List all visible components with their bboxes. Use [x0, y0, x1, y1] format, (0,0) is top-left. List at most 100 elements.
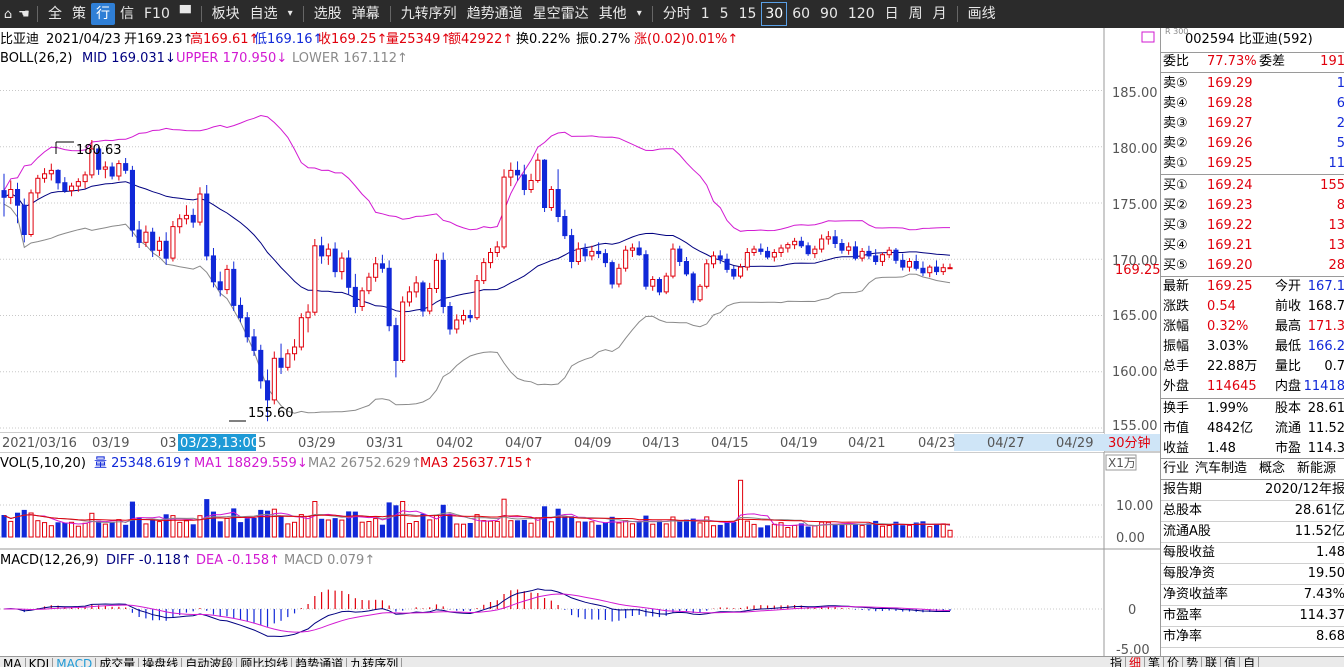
ask-price: 169.29 [1207, 74, 1253, 94]
volume-bar [320, 519, 324, 537]
industry-value[interactable]: 汽车制造 [1195, 459, 1247, 479]
price-grid [0, 91, 1104, 429]
period-15m[interactable]: 15 [734, 3, 762, 25]
stat-row: 换手1.99%股本28.61 [1161, 399, 1344, 419]
ask-row: 卖④169.286 [1161, 94, 1344, 114]
stat-label: 涨幅 [1163, 317, 1189, 337]
volume-bar [103, 524, 107, 537]
bid-price: 169.21 [1207, 236, 1253, 256]
period-intraday[interactable]: 分时 [658, 3, 696, 25]
period-week[interactable]: 周 [904, 3, 928, 25]
toolbar-item-radar[interactable]: 星空雷达 [528, 3, 594, 25]
toolbar-divider [37, 6, 38, 22]
candles [2, 140, 952, 421]
candle-body [921, 268, 925, 273]
stat-value: 1.48 [1207, 439, 1236, 459]
volume-bar [211, 512, 215, 537]
boll-upper-line [4, 116, 950, 232]
stat-row: 涨幅0.32%最高171.3 [1161, 317, 1344, 337]
fin-label: 每股净资 [1163, 564, 1215, 584]
toolbar-item-other[interactable]: 其他 [594, 3, 632, 25]
candle-body [367, 277, 371, 291]
current-price-label: 169.25 [1115, 263, 1160, 278]
candle-body [22, 205, 26, 234]
period-90m[interactable]: 90 [815, 3, 843, 25]
volume-bar [29, 513, 33, 537]
period-1m[interactable]: 1 [696, 3, 715, 25]
candle-body [279, 358, 283, 367]
vol-unit[interactable]: X1万 [1108, 456, 1136, 470]
candle-body [786, 245, 790, 248]
bid-row: 买③169.2213 [1161, 216, 1344, 236]
period-30m[interactable]: 30 [761, 2, 787, 26]
top-toolbar: ⌂ ☚ 全 策 行 信 F10 ▀ 板块 自选 ▾ 选股 弹幕 九转序列 趋势通… [0, 0, 1344, 28]
chevron-down-icon[interactable]: ▾ [283, 3, 298, 25]
stat-value: 114.3 [1308, 439, 1344, 459]
home-icon[interactable]: ⌂ [0, 7, 16, 22]
candle-body [340, 258, 344, 272]
stat-value: 114645 [1207, 377, 1257, 397]
stat-label: 最新 [1163, 277, 1189, 297]
window-toggle-icon[interactable] [1142, 32, 1154, 42]
volume-bar [657, 521, 661, 537]
draw-line-button[interactable]: 画线 [963, 3, 1001, 25]
candle-body [752, 249, 756, 252]
toolbar-item-info[interactable]: 信 [115, 3, 139, 25]
stat-row: 涨跌0.54前收168.7 [1161, 297, 1344, 317]
period-month[interactable]: 月 [928, 3, 952, 25]
volume-bar [867, 524, 871, 537]
vol-amount: 量 25348.619↑ [94, 456, 192, 471]
candle-body [887, 250, 891, 255]
industry-row: 行业 汽车制造 概念 新能源 [1161, 459, 1344, 479]
volume-bar [712, 526, 716, 537]
volume-bars [0, 480, 1104, 537]
candle-body [880, 255, 884, 262]
toolbar-item-trend-channel[interactable]: 趋势通道 [462, 3, 528, 25]
stat-label: 股本 [1275, 399, 1301, 419]
toolbar-item-screener[interactable]: 选股 [309, 3, 347, 25]
toolbar-item-nine-turn[interactable]: 九转序列 [396, 3, 462, 25]
toolbar-item-sector[interactable]: 板块 [207, 3, 245, 25]
toolbar-item-strategy[interactable]: 策 [67, 3, 91, 25]
toolbar-item-window-icon[interactable]: ▀ [175, 3, 196, 25]
toolbar-item-watchlist[interactable]: 自选 [245, 3, 283, 25]
toolbar-item-all[interactable]: 全 [43, 3, 67, 25]
kline-chart[interactable]: 比亚迪 2021/04/23 开169.23↑ 高169.61↑ 低169.16… [0, 28, 1160, 656]
toolbar-item-quote[interactable]: 行 [91, 3, 115, 25]
period-60m[interactable]: 60 [787, 3, 815, 25]
chart-area[interactable]: 比亚迪 2021/04/23 开169.23↑ 高169.61↑ 低169.16… [0, 28, 1160, 666]
period-120m[interactable]: 120 [843, 3, 880, 25]
stat-value: 169.25 [1207, 277, 1253, 297]
period-5m[interactable]: 5 [715, 3, 734, 25]
candle-body [549, 190, 553, 208]
volume-bar [245, 519, 249, 537]
candle-body [914, 262, 918, 269]
candle-body [874, 256, 878, 262]
volume-bar [786, 528, 790, 538]
candle-body [56, 170, 60, 182]
toolbar-item-danmaku[interactable]: 弹幕 [347, 3, 385, 25]
fin-label: 总股本 [1163, 501, 1202, 521]
period-day[interactable]: 日 [880, 3, 904, 25]
date-tick: 03/19 [92, 436, 129, 451]
volume-bar [124, 525, 128, 537]
hand-icon[interactable]: ☚ [16, 7, 32, 22]
candle-body [813, 249, 817, 254]
volume-bar [97, 521, 101, 537]
toolbar-item-f10[interactable]: F10 [139, 3, 175, 25]
concept-value[interactable]: 新能源 [1297, 459, 1336, 479]
macd-tick: -5.00 [1116, 643, 1150, 656]
bid-price: 169.20 [1207, 256, 1253, 276]
candle-body [468, 316, 472, 318]
bid-row: 买⑤169.2028 [1161, 256, 1344, 276]
candle-body [556, 190, 560, 217]
header-turnover: 换0.22% [516, 32, 570, 47]
price-tick: 165.00 [1112, 309, 1158, 324]
volume-bar [570, 517, 574, 537]
ask-label: 卖④ [1163, 94, 1188, 114]
volume-bar [610, 517, 614, 537]
candle-body [732, 269, 736, 276]
volume-bar [725, 522, 729, 537]
chevron-down-icon[interactable]: ▾ [632, 3, 647, 25]
volume-bar [401, 502, 405, 538]
